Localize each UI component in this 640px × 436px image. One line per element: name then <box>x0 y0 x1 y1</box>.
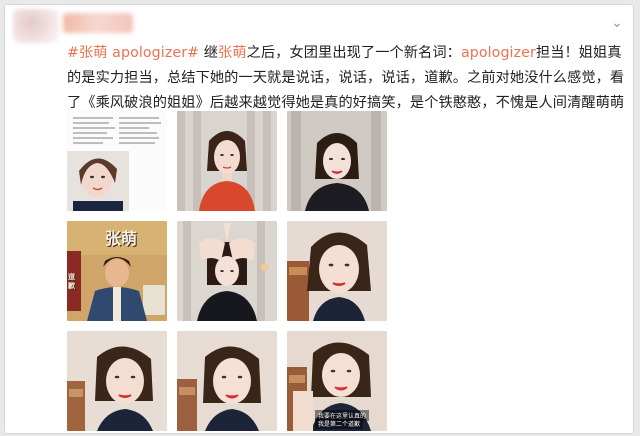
image-thumbnail-9[interactable]: 我要在这里认真的 我是第二个道歉 <box>287 331 387 431</box>
video-caption: 我是第二个道歉 <box>315 418 364 429</box>
image-thumbnail-6[interactable] <box>287 221 387 321</box>
avatar[interactable] <box>13 9 59 43</box>
username-blurred[interactable] <box>63 13 133 33</box>
poster-side-text: 道歉 <box>68 273 75 290</box>
image-thumbnail-2[interactable] <box>177 111 277 211</box>
hashtag-link[interactable]: #张萌 apologizer# <box>67 45 199 61</box>
keyword-link[interactable]: apologizer <box>461 45 536 61</box>
post-text-segment: 继 <box>199 45 219 61</box>
image-thumbnail-1[interactable] <box>67 111 167 211</box>
image-thumbnail-3[interactable] <box>287 111 387 211</box>
post-text-segment: 之后，女团里出现了一个新名词： <box>246 45 461 61</box>
image-thumbnail-7[interactable] <box>67 331 167 431</box>
weibo-post-card: ⌄ #张萌 apologizer# 继张萌之后，女团里出现了一个新名词：apol… <box>4 4 634 434</box>
poster-title-text: 张萌 <box>105 229 138 248</box>
image-thumbnail-8[interactable] <box>177 331 277 431</box>
chevron-down-icon[interactable]: ⌄ <box>609 15 625 31</box>
image-thumbnail-5[interactable] <box>177 221 277 321</box>
mention-link[interactable]: 张萌 <box>218 45 247 61</box>
image-thumbnail-4[interactable]: 张萌 道歉 <box>67 221 167 321</box>
image-grid: 张萌 道歉 我要在这里认真的 我是第二个道歉 <box>67 111 387 433</box>
